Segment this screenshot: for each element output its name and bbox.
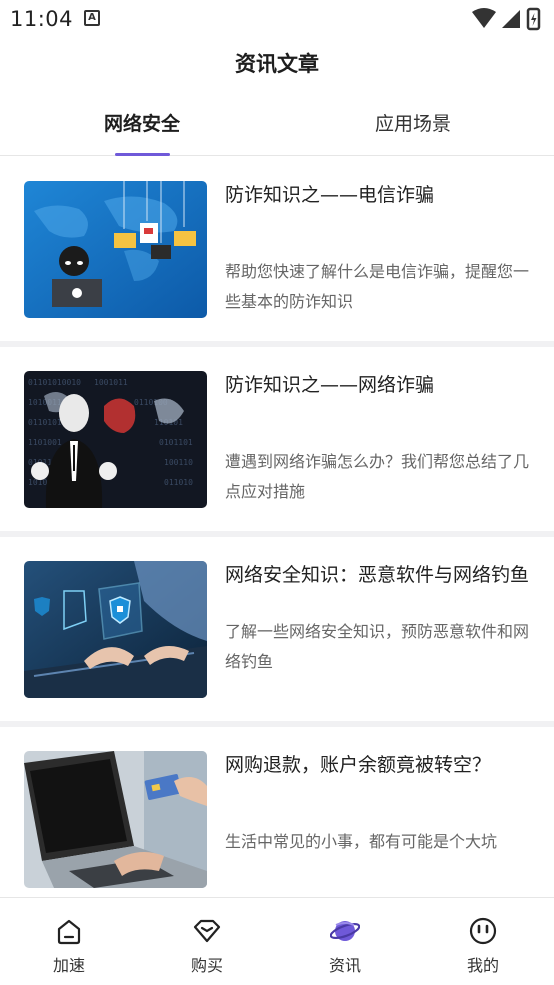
- nav-accelerate[interactable]: 加速: [0, 898, 138, 985]
- signal-icon: [502, 10, 520, 28]
- article-title: 网络安全知识：恶意软件与网络钓鱼: [225, 564, 530, 586]
- nav-label: 加速: [52, 956, 85, 975]
- svg-text:1101001: 1101001: [28, 438, 62, 447]
- nav-label: 购买: [190, 956, 223, 975]
- tab-network-security[interactable]: 网络安全: [42, 96, 242, 156]
- laptop-security-shield-image: [24, 561, 207, 698]
- tab-application-scenarios[interactable]: 应用场景: [313, 96, 513, 156]
- svg-text:1001011: 1001011: [94, 378, 128, 387]
- article-card-telecom-fraud[interactable]: 防诈知识之——电信诈骗 帮助您快速了解什么是电信诈骗，提醒您一些基本的防诈知识: [0, 157, 554, 347]
- svg-text:0101101: 0101101: [159, 438, 193, 447]
- bottom-nav: 加速 购买 资讯 我的: [0, 897, 554, 985]
- nav-label: 资讯: [328, 956, 361, 975]
- tab-indicator: [115, 153, 170, 156]
- article-title: 网购退款，账户余额竟被转空？: [225, 754, 492, 776]
- status-time: 11:04: [10, 7, 74, 31]
- status-bar: 11:04 A: [0, 0, 554, 38]
- svg-text:011010: 011010: [164, 478, 193, 487]
- article-description: 生活中常见的小事，都有可能是个大坑: [225, 832, 498, 851]
- article-list: 防诈知识之——电信诈骗 帮助您快速了解什么是电信诈骗，提醒您一些基本的防诈知识 …: [0, 157, 554, 917]
- wifi-icon: [472, 8, 496, 28]
- nav-mine[interactable]: 我的: [414, 898, 552, 985]
- home-icon: [57, 919, 81, 945]
- smiley-icon: [469, 917, 497, 945]
- nav-purchase[interactable]: 购买: [138, 898, 276, 985]
- app-header: 资讯文章: [0, 38, 554, 94]
- page-title: 资讯文章: [235, 52, 319, 76]
- article-title: 防诈知识之——电信诈骗: [225, 184, 435, 206]
- article-description: 了解一些网络安全知识，预防恶意软件和网络钓鱼: [225, 622, 530, 671]
- planet-icon: [330, 921, 360, 941]
- svg-text:0110101: 0110101: [28, 418, 62, 427]
- nav-label: 我的: [466, 956, 499, 975]
- svg-text:100110: 100110: [164, 458, 193, 467]
- tab-bar: 网络安全 应用场景: [0, 96, 554, 156]
- diamond-icon: [193, 919, 221, 943]
- article-card-online-fraud[interactable]: 011010100101001011 101001100110100 01101…: [0, 347, 554, 537]
- status-icons: [472, 7, 541, 31]
- nav-news[interactable]: 资讯: [276, 898, 414, 985]
- laptop-credit-card-image: [24, 751, 207, 888]
- notification-icon: A: [84, 10, 100, 26]
- article-title: 防诈知识之——网络诈骗: [225, 374, 435, 396]
- article-description: 遭遇到网络诈骗怎么办？我们帮您总结了几点应对措施: [225, 452, 530, 501]
- hacker-world-map-image: [24, 181, 207, 318]
- article-card-malware-phishing[interactable]: 网络安全知识：恶意软件与网络钓鱼 了解一些网络安全知识，预防恶意软件和网络钓鱼: [0, 537, 554, 727]
- masked-man-binary-image: 011010100101001011 101001100110100 01101…: [24, 371, 207, 508]
- article-card-refund-scam[interactable]: 网购退款，账户余额竟被转空？ 生活中常见的小事，都有可能是个大坑: [0, 727, 554, 917]
- article-description: 帮助您快速了解什么是电信诈骗，提醒您一些基本的防诈知识: [225, 262, 530, 311]
- svg-text:01101010010: 01101010010: [28, 378, 81, 387]
